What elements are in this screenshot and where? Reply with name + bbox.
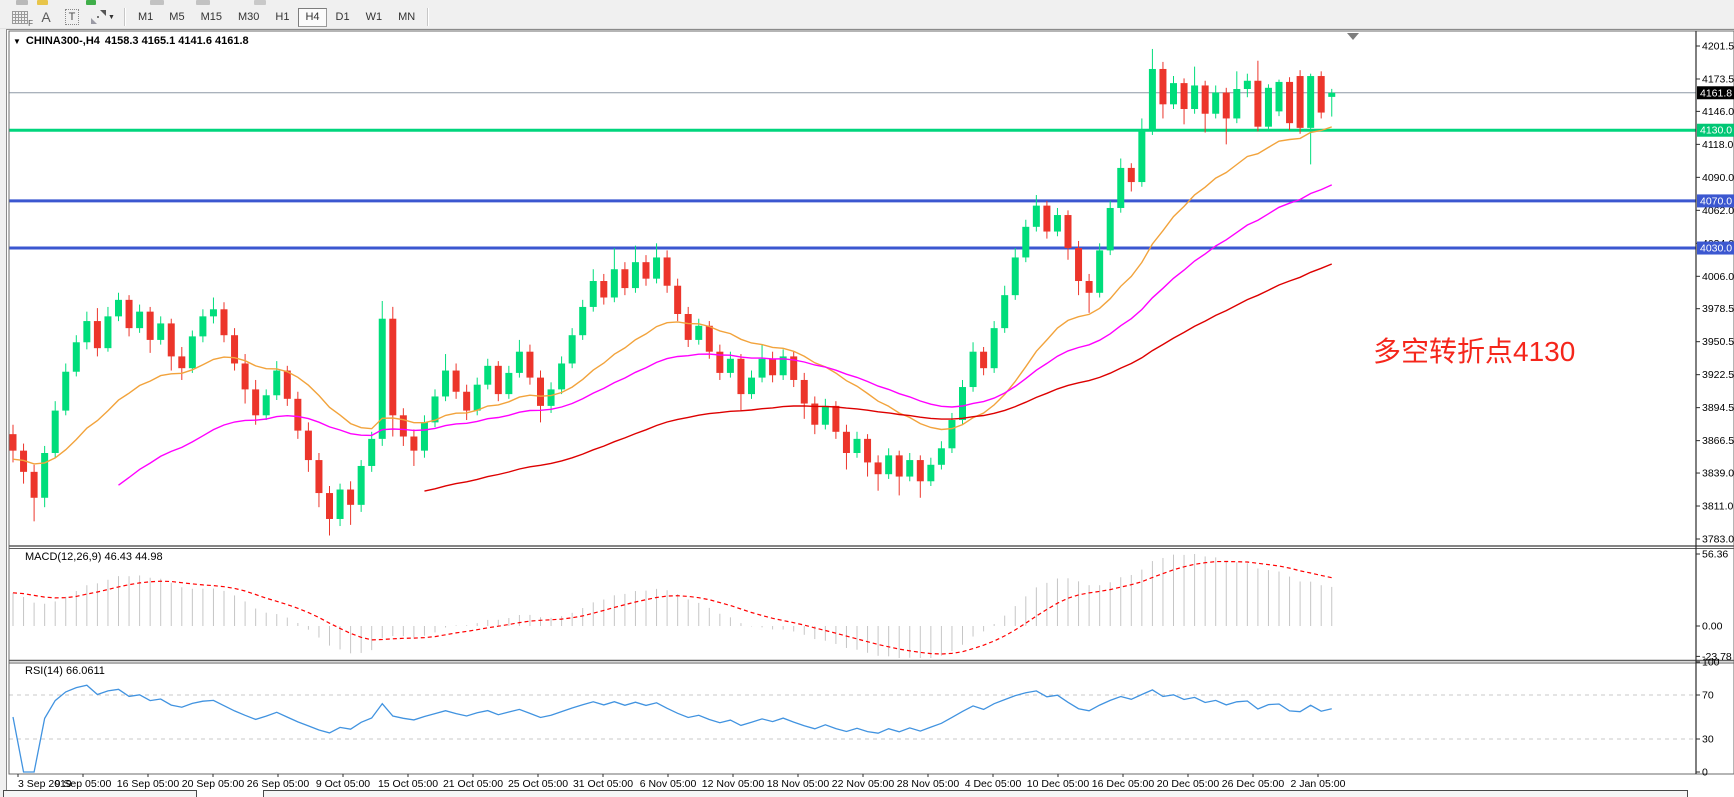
tf-button-h1[interactable]: H1: [268, 8, 296, 27]
grid-icon: F: [12, 11, 28, 24]
letter-t-icon: T: [65, 9, 80, 25]
main-chart-area[interactable]: [9, 32, 1696, 546]
tf-button-m30[interactable]: M30: [231, 8, 266, 27]
partial-icon: [16, 0, 28, 5]
grid-fibo-icon[interactable]: F: [8, 7, 32, 27]
mt4-chart-window: F A T ▼ M1 M5 M15 M30 H1 H4 D1 W1 MN 420…: [0, 0, 1734, 797]
tf-button-m1[interactable]: M1: [131, 8, 160, 27]
toolbar-separator: [124, 8, 126, 26]
tf-button-mn[interactable]: MN: [391, 8, 422, 27]
drawing-timeframe-toolbar: F A T ▼ M1 M5 M15 M30 H1 H4 D1 W1 MN: [0, 6, 1734, 29]
partial-icon: [254, 0, 266, 5]
partial-icon: [150, 0, 164, 5]
tf-button-m5[interactable]: M5: [162, 8, 191, 27]
macd-panel[interactable]: [9, 549, 1696, 660]
partial-icon: [86, 0, 96, 5]
chart-canvas-window: 4201.54173.54146.04118.04090.04062.04034…: [6, 29, 1734, 797]
text-box-button[interactable]: T: [60, 7, 84, 27]
rsi-panel[interactable]: [9, 662, 1696, 774]
diagonal-arrows-icon: [91, 10, 106, 24]
letter-a-icon: A: [41, 9, 50, 25]
text-label-button[interactable]: A: [34, 7, 58, 27]
tf-button-h4[interactable]: H4: [298, 8, 326, 27]
docked-window-edge[interactable]: [3, 790, 197, 797]
partial-icon: [37, 0, 48, 5]
chevron-down-icon: ▼: [108, 14, 115, 21]
arrow-objects-button[interactable]: ▼: [86, 7, 120, 27]
price-axis[interactable]: [1696, 32, 1734, 774]
tf-button-d1[interactable]: D1: [329, 8, 357, 27]
docked-window-edge[interactable]: [263, 790, 1688, 797]
partial-icon: [196, 0, 210, 5]
toolbar-separator: [427, 8, 429, 26]
tf-button-m15[interactable]: M15: [194, 8, 229, 27]
tf-button-w1[interactable]: W1: [359, 8, 390, 27]
